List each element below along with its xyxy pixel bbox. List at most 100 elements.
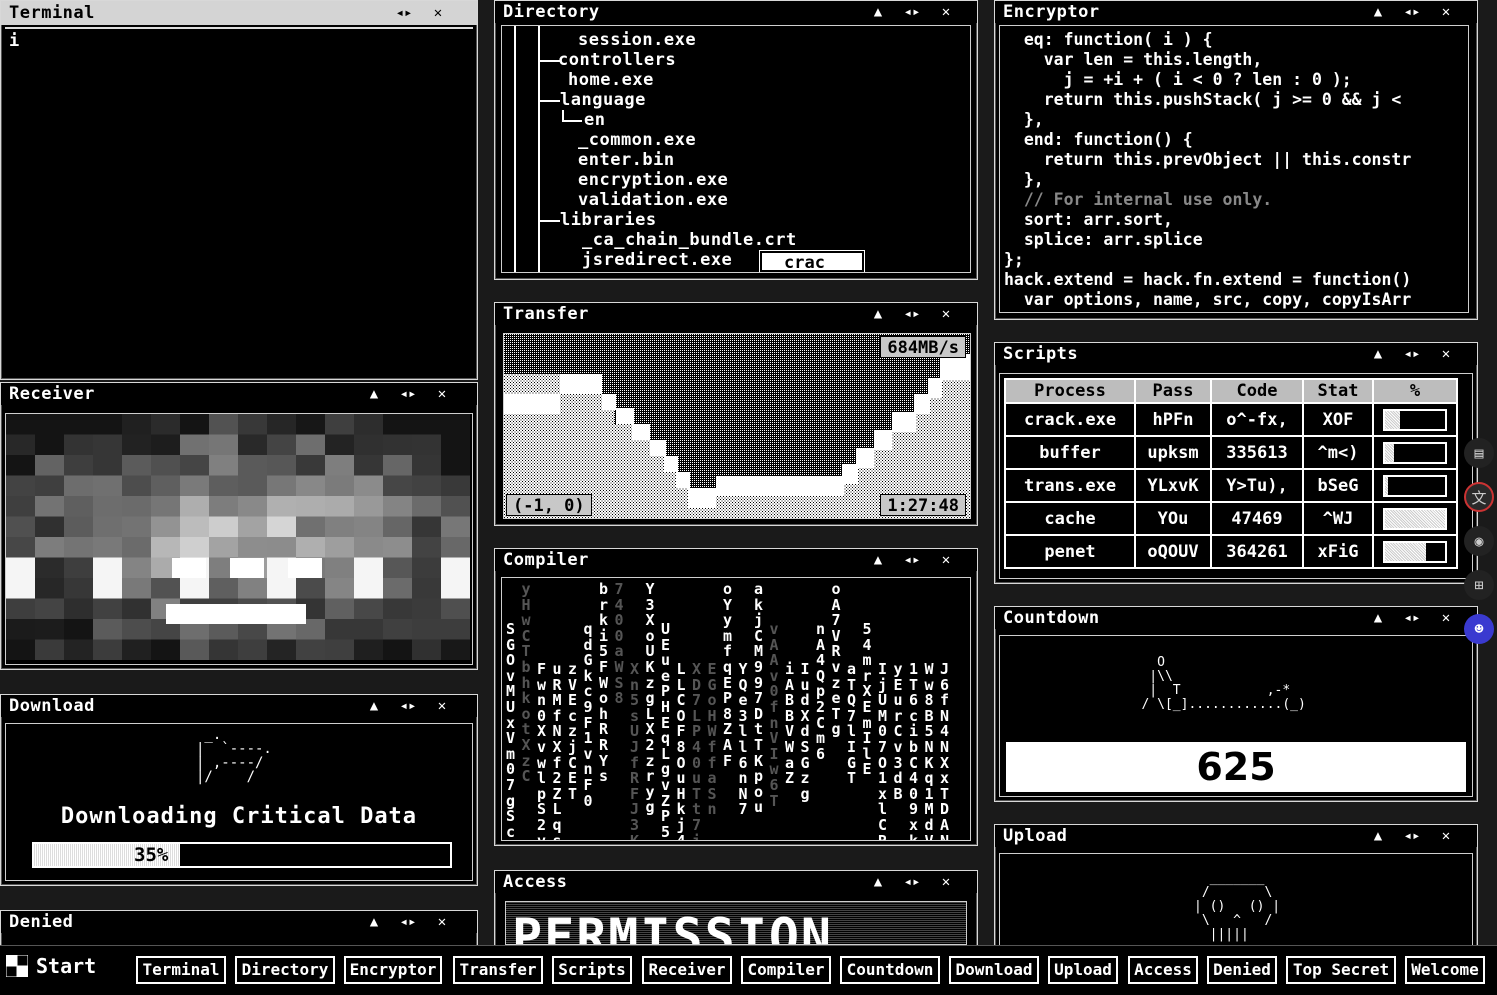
close-icon[interactable]: ✕ [1437,829,1455,843]
directory-window[interactable]: Directory ▲ ◂▸ ✕ session.exe controllers… [494,0,978,280]
book-icon[interactable]: ▤ [1464,438,1494,468]
receiver-titlebar[interactable]: Receiver ▲ ◂▸ ✕ [1,383,477,405]
taskbar-button-transfer[interactable]: Transfer [453,956,543,984]
close-icon[interactable]: ✕ [433,699,451,713]
maximize-icon[interactable]: ▲ [1369,347,1387,361]
cell-process: crack.exe [1004,402,1136,437]
resize-icon[interactable]: ◂▸ [1403,611,1421,625]
scripts-titlebar[interactable]: Scripts ▲ ◂▸ ✕ [995,343,1477,365]
taskbar-button-encryptor[interactable]: Encryptor [344,956,442,984]
encryptor-window[interactable]: Encryptor ▲ ◂▸ ✕ eq: function( i ) { var… [994,0,1478,320]
rename-input[interactable]: crac [759,250,865,272]
terminal-body[interactable]: i [5,27,473,375]
translate-icon[interactable]: 文 [1464,482,1494,512]
close-icon[interactable]: ✕ [433,915,451,929]
directory-titlebar[interactable]: Directory ▲ ◂▸ ✕ [495,1,977,23]
resize-icon[interactable]: ◂▸ [903,875,921,889]
maximize-icon[interactable]: ▲ [869,307,887,321]
receiver-window[interactable]: Receiver ▲ ◂▸ ✕ [0,382,478,670]
close-icon[interactable]: ✕ [937,875,955,889]
resize-icon[interactable]: ◂▸ [399,915,417,929]
terminal-titlebar[interactable]: Terminal ◂▸ ✕ [1,1,477,25]
file-item[interactable]: session.exe [578,30,696,50]
pin-icon[interactable]: ◉ [1464,526,1494,556]
close-icon[interactable]: ✕ [1437,611,1455,625]
taskbar-button-upload[interactable]: Upload [1048,956,1118,984]
resize-icon[interactable]: ◂▸ [395,6,413,20]
countdown-window[interactable]: Countdown ▲ ◂▸ ✕ O |\\ | T ,-* / \[_]...… [994,606,1478,802]
file-item[interactable]: validation.exe [578,190,728,210]
file-item[interactable]: enter.bin [578,150,675,170]
maximize-icon[interactable]: ▲ [869,5,887,19]
countdown-value: 625 [1006,742,1466,792]
taskbar-button-welcome[interactable]: Welcome [1405,956,1485,984]
scripts-window[interactable]: Scripts ▲ ◂▸ ✕ Process Pass Code Stat % … [994,342,1478,584]
maximize-icon[interactable]: ▲ [365,699,383,713]
maximize-icon[interactable]: ▲ [869,875,887,889]
assistant-icon[interactable]: ☻ [1464,614,1494,644]
taskbar-button-denied[interactable]: Denied [1207,956,1277,984]
taskbar-button-terminal[interactable]: Terminal [136,956,226,984]
access-window[interactable]: Access ▲ ◂▸ ✕ PERMISSION [494,870,978,950]
close-icon[interactable]: ✕ [433,387,451,401]
maximize-icon[interactable]: ▲ [1369,829,1387,843]
resize-icon[interactable]: ◂▸ [399,387,417,401]
access-titlebar[interactable]: Access ▲ ◂▸ ✕ [495,871,977,893]
maximize-icon[interactable]: ▲ [365,387,383,401]
download-titlebar[interactable]: Download ▲ ◂▸ ✕ [1,695,477,717]
resize-icon[interactable]: ◂▸ [399,699,417,713]
maximize-icon[interactable]: ▲ [1369,5,1387,19]
taskbar-button-top-secret[interactable]: Top Secret [1286,956,1396,984]
resize-icon[interactable]: ◂▸ [903,5,921,19]
cell-percent [1372,501,1458,536]
file-item[interactable]: home.exe [568,70,654,90]
close-icon[interactable]: ✕ [1437,5,1455,19]
resize-icon[interactable]: ◂▸ [1403,5,1421,19]
script-progress-fill [1385,476,1388,495]
countdown-titlebar[interactable]: Countdown ▲ ◂▸ ✕ [995,607,1477,629]
folder-item[interactable]: libraries [560,210,657,230]
upload-window[interactable]: Upload ▲ ◂▸ ✕ _______ / \ | () () | \ ^ … [994,824,1478,964]
resize-icon[interactable]: ◂▸ [903,307,921,321]
terminal-window[interactable]: Terminal ◂▸ ✕ i [0,0,478,380]
denied-titlebar[interactable]: Denied ▲ ◂▸ ✕ [1,911,477,933]
maximize-icon[interactable]: ▲ [1369,611,1387,625]
encryptor-titlebar[interactable]: Encryptor ▲ ◂▸ ✕ [995,1,1477,23]
matrix-column: F w n 0 X v w l p S 2 v [537,660,547,841]
taskbar-button-download[interactable]: Download [949,956,1039,984]
upload-titlebar[interactable]: Upload ▲ ◂▸ ✕ [995,825,1477,847]
folder-item[interactable]: en [584,110,605,130]
close-icon[interactable]: ✕ [937,307,955,321]
close-icon[interactable]: ✕ [937,553,955,567]
close-icon[interactable]: ✕ [937,5,955,19]
close-icon[interactable]: ✕ [1437,347,1455,361]
resize-icon[interactable]: ◂▸ [1403,347,1421,361]
taskbar-button-access[interactable]: Access [1128,956,1198,984]
resize-icon[interactable]: ◂▸ [1403,829,1421,843]
folder-item[interactable]: controllers [558,50,676,70]
file-item[interactable]: _ca_chain_bundle.crt [582,230,797,250]
resize-icon[interactable]: ◂▸ [903,553,921,567]
taskbar-button-countdown[interactable]: Countdown [840,956,940,984]
compiler-titlebar[interactable]: Compiler ▲ ◂▸ ✕ [495,549,977,571]
start-button[interactable]: Start [6,954,96,978]
skull-icon: _______ / \ | () () | \ ^ / ||||| [1194,871,1281,942]
transfer-titlebar[interactable]: Transfer ▲ ◂▸ ✕ [495,303,977,325]
file-item[interactable]: _common.exe [578,130,696,150]
file-item[interactable]: encryption.exe [578,170,728,190]
maximize-icon[interactable]: ▲ [869,553,887,567]
script-row: cache YOu 47469 ^WJ [1004,501,1458,536]
folder-item[interactable]: language [560,90,646,110]
transfer-window[interactable]: Transfer ▲ ◂▸ ✕ 684MB/s (-1, 0) 1:27:48 [494,302,978,526]
compiler-window[interactable]: Compiler ▲ ◂▸ ✕ S G O v M U x V m 0 7 g … [494,548,978,846]
taskbar-button-scripts[interactable]: Scripts [552,956,632,984]
taskbar-button-receiver[interactable]: Receiver [642,956,732,984]
download-window[interactable]: Download ▲ ◂▸ ✕ _. | `----. | ,----/ |/ … [0,694,478,886]
code-line: return this.prevObject || this.constr [1004,150,1412,169]
taskbar-button-directory[interactable]: Directory [235,956,335,984]
grid-icon[interactable]: ⊞ [1464,570,1494,600]
maximize-icon[interactable]: ▲ [365,915,383,929]
file-item[interactable]: jsredirect.exe [582,250,732,270]
taskbar-button-compiler[interactable]: Compiler [741,956,831,984]
close-icon[interactable]: ✕ [429,6,447,20]
